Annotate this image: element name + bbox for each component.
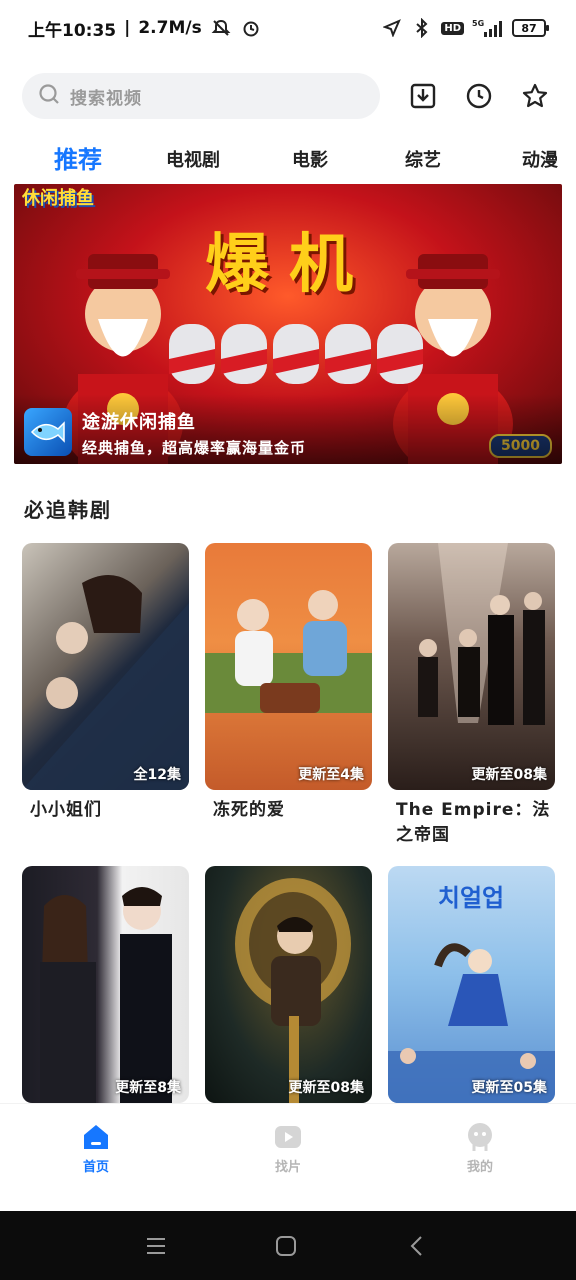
download-icon[interactable] [408,81,438,111]
fish-app-icon [24,408,72,456]
poster-art [205,590,372,713]
episode-badge: 更新至8集 [115,1080,181,1096]
nav-profile[interactable]: 我的 [440,1122,520,1175]
system-nav-bar [0,1211,576,1280]
drama-card[interactable]: 치얼업 更新至05集 [388,866,555,1103]
home-button-icon[interactable] [273,1233,299,1259]
search-icon [38,83,60,109]
location-icon [381,17,403,39]
poster-art: 치얼업 [388,884,555,1103]
poster-art [22,575,189,790]
banner-corner-logo: 休闲捕鱼 [22,188,94,209]
svg-text:5G: 5G [472,19,484,28]
profile-icon [468,1123,492,1151]
drama-title[interactable]: The Empire：法之帝国 [388,798,555,848]
divider [0,464,576,478]
signal-icon: 5G [472,17,504,39]
drama-card[interactable]: 全12集 小小姐们 [22,543,189,823]
poster-art [235,878,351,1103]
svg-text:치얼업: 치얼업 [438,884,504,912]
status-bar: 上午10:35 | 2.7M/s HD 5G 87 [0,0,576,56]
episode-badge: 更新至08集 [471,767,547,783]
status-time: 上午10:35 [28,20,117,41]
bluetooth-icon [411,17,433,39]
episode-badge: 全12集 [133,767,181,783]
status-speed: 2.7M/s [138,18,202,38]
history-icon[interactable] [464,81,494,111]
section-title: 必追韩剧 [24,498,112,522]
tab-recommend[interactable]: 推荐 [54,140,102,175]
drama-poster[interactable]: 更新至08集 [205,866,372,1103]
banner-art-text: 爆机 [205,228,373,302]
episode-badge: 更新至08集 [288,1080,364,1096]
search-row: 搜索视频 [22,72,554,120]
banner-drums-art [169,324,423,384]
drama-poster[interactable]: 更新至08集 [388,543,555,790]
mute-icon [210,17,232,39]
poster-art [418,543,545,725]
back-icon[interactable] [404,1233,430,1259]
drama-title[interactable]: 冻死的爱 [205,798,372,823]
banner-app-title: 途游休闲捕鱼 [82,412,196,433]
poster-art [40,887,172,1103]
top-actions [408,81,554,111]
episode-badge: 更新至4集 [298,767,364,783]
drama-title[interactable]: 小小姐们 [22,798,189,823]
status-left: 上午10:35 | 2.7M/s [28,16,262,41]
status-right: HD 5G 87 [381,17,549,39]
episode-badge: 更新至05集 [471,1080,547,1096]
search-input[interactable]: 搜索视频 [22,73,380,119]
nav-home[interactable]: 首页 [56,1122,136,1175]
nav-find[interactable]: 找片 [248,1122,328,1175]
nav-find-label: 找片 [274,1160,301,1175]
tab-anime[interactable]: 动漫 [522,146,558,172]
drama-card[interactable]: 更新至8集 [22,866,189,1103]
favorite-star-icon[interactable] [520,81,550,111]
drama-card[interactable]: 更新至08集 The Empire：法之帝国 [388,543,555,848]
tab-tv-series[interactable]: 电视剧 [166,146,220,172]
home-icon [84,1125,108,1149]
ad-banner[interactable]: 爆机 休闲捕鱼 5000 途游休闲捕鱼 经典捕鱼，超高爆率赢海量金币 [14,184,562,464]
drama-poster[interactable]: 全12集 [22,543,189,790]
drama-card[interactable]: 更新至08集 [205,866,372,1103]
tab-variety[interactable]: 综艺 [405,146,441,172]
drama-poster[interactable]: 更新至4集 [205,543,372,790]
drama-card[interactable]: 更新至4集 冻死的爱 [205,543,372,823]
status-separator: | [124,18,131,38]
play-icon [275,1126,301,1148]
battery-icon: 87 [512,19,549,37]
alarm-icon [240,17,262,39]
drama-poster[interactable]: 치얼업 更新至05集 [388,866,555,1103]
hd-badge: HD [441,21,464,35]
drama-poster[interactable]: 更新至8集 [22,866,189,1103]
bottom-nav: 首页 找片 我的 [0,1103,576,1211]
category-tabs: 推荐 电视剧 电影 综艺 动漫 [0,136,576,182]
tab-movies[interactable]: 电影 [292,146,328,172]
banner-app-subtitle: 经典捕鱼，超高爆率赢海量金币 [82,439,307,457]
search-placeholder: 搜索视频 [70,88,142,109]
nav-home-label: 首页 [82,1160,109,1175]
nav-profile-label: 我的 [466,1160,493,1175]
menu-icon[interactable] [143,1233,169,1259]
